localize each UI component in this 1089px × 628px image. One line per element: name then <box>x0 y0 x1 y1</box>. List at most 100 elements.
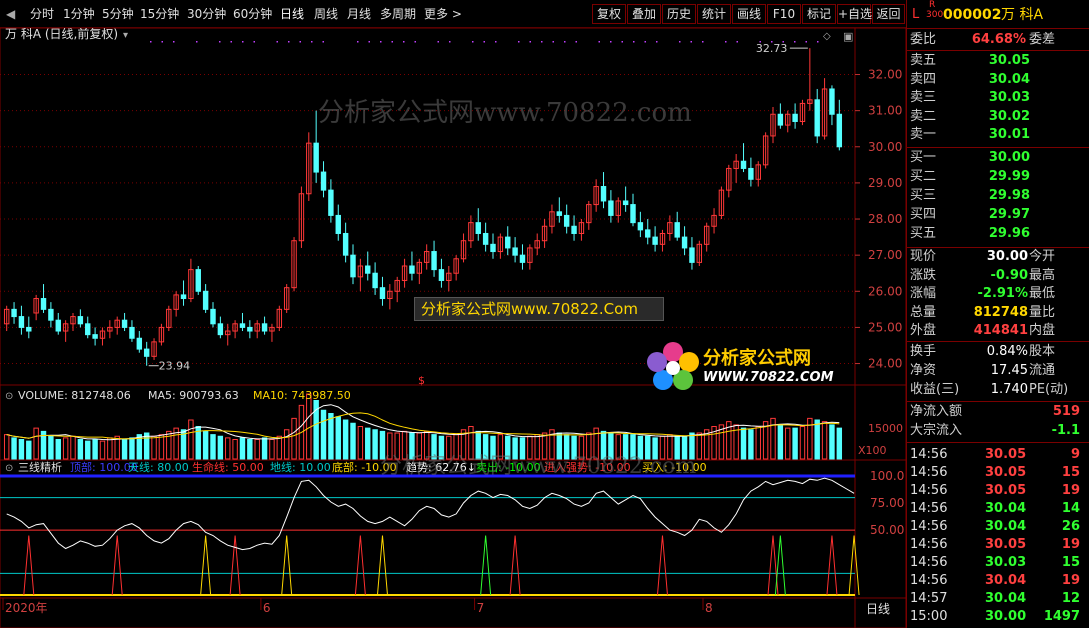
volume-bar <box>247 439 253 460</box>
candle-body <box>637 222 644 231</box>
candle-body <box>674 222 680 238</box>
stat-value: -0.90 <box>990 267 1028 283</box>
stat-value: 30.00 <box>986 249 1028 264</box>
candle-body <box>11 308 17 318</box>
watermark-text: 分析家公式网www.70822.com <box>318 98 692 128</box>
stat-right-label: 量比 <box>1029 304 1056 320</box>
tick-price: 30.04 <box>985 501 1027 516</box>
diamond-marker-icon: ◇ <box>823 31 831 42</box>
candle-body <box>202 290 209 310</box>
period-tab-weekly[interactable]: 周线 <box>314 6 338 22</box>
bid-level-row: 买四 29.97 <box>907 206 1089 224</box>
candle-body <box>210 308 216 325</box>
volume-bar <box>814 419 820 460</box>
volume-bar <box>202 430 209 460</box>
add-watchlist-button[interactable]: +自选 <box>837 4 872 24</box>
candle-body <box>571 225 577 234</box>
f10-button[interactable]: F10 <box>767 4 801 24</box>
volume-bar <box>792 427 798 460</box>
candle-body <box>77 316 84 325</box>
logo-title: 分析家公式网 <box>703 348 811 369</box>
collapse-arrow-icon[interactable]: ◀ <box>6 6 15 22</box>
period-tab-5min[interactable]: 5分钟 <box>102 6 134 22</box>
marker-dot <box>403 41 405 43</box>
volume-bar <box>210 434 216 460</box>
candle-body <box>836 113 843 148</box>
candle-body <box>92 334 98 339</box>
period-tab-1min[interactable]: 1分钟 <box>63 6 95 22</box>
indicator-tick-label: 75.00 <box>870 496 904 510</box>
candle-body <box>681 236 688 249</box>
ask-price: 30.04 <box>988 71 1030 87</box>
marker-dot <box>736 41 738 43</box>
price-tick-label: 30.00 <box>868 140 902 154</box>
marker-dot <box>483 41 485 43</box>
tick-price: 30.05 <box>985 465 1027 480</box>
bid-level-label: 买二 <box>910 169 937 184</box>
tick-volume: 15 <box>1061 465 1080 480</box>
index-badge-300: 300 <box>926 10 944 20</box>
marker-dot <box>805 41 807 43</box>
chart-menu-icon: ▣ <box>843 30 853 43</box>
period-tab-fenshi[interactable]: 分时 <box>30 6 54 22</box>
candle-body <box>195 269 201 292</box>
volume-bar <box>151 435 157 460</box>
candle-body <box>217 323 224 336</box>
tick-time: 14:56 <box>910 465 948 480</box>
marker-dot <box>598 41 600 43</box>
tick-row: 14:56 30.05 9 <box>907 446 1089 464</box>
volume-bar <box>291 417 297 460</box>
marker-dot <box>518 41 520 43</box>
marker-dot <box>644 41 646 43</box>
candle-body <box>563 214 570 227</box>
candle-body <box>519 254 526 263</box>
mark-button[interactable]: 标记 <box>802 4 836 24</box>
candle-body <box>431 251 437 271</box>
marker-dot <box>817 41 819 43</box>
money-flow-label: 净流入额 <box>910 404 963 419</box>
marker-dot <box>449 41 451 43</box>
period-tab-monthly[interactable]: 月线 <box>347 6 371 22</box>
bid-price: 29.98 <box>988 188 1030 203</box>
fundamental-label: 净资 <box>910 363 937 378</box>
indicator-tick-label: 50.00 <box>870 523 904 537</box>
marker-dot <box>437 41 439 43</box>
volume-bar <box>829 424 835 460</box>
candle-body <box>26 326 32 332</box>
volume-bar <box>11 437 17 460</box>
tick-volume: 26 <box>1061 519 1080 534</box>
candle-body <box>180 294 187 300</box>
fuquan-button[interactable]: 复权 <box>592 4 626 24</box>
period-tab-daily[interactable]: 日线 <box>280 6 304 22</box>
back-button[interactable]: 返回 <box>872 4 905 24</box>
statistics-button[interactable]: 统计 <box>697 4 731 24</box>
period-tab-60min[interactable]: 60分钟 <box>233 6 272 22</box>
period-tab-30min[interactable]: 30分钟 <box>187 6 226 22</box>
price-tick-label: 24.00 <box>868 357 902 371</box>
tick-price: 30.04 <box>985 591 1027 606</box>
tick-volume: 14 <box>1061 501 1080 516</box>
marker-dot <box>242 41 244 43</box>
volume-bar <box>3 434 10 460</box>
candle-body <box>85 323 91 336</box>
candle-body <box>608 200 614 216</box>
weibi-value: 64.68% <box>971 32 1026 47</box>
logo-url: WWW.70822.COM <box>703 370 834 385</box>
stat-right-label: 今开 <box>1029 249 1056 264</box>
tick-price: 30.05 <box>985 537 1027 552</box>
period-tab-multi[interactable]: 多周期 <box>380 6 416 22</box>
candle-body <box>482 232 489 245</box>
volume-bar <box>836 427 843 460</box>
history-button[interactable]: 历史 <box>662 4 696 24</box>
trend-line <box>6 477 855 551</box>
volume-menu-icon: ⊙ <box>5 391 13 402</box>
period-tab-more[interactable]: 更多 > <box>424 6 462 22</box>
period-tab-15min[interactable]: 15分钟 <box>140 6 179 22</box>
marker-dot <box>253 41 255 43</box>
draw-line-button[interactable]: 画线 <box>732 4 766 24</box>
overlay-button[interactable]: 叠加 <box>627 4 661 24</box>
marker-dot <box>219 41 221 43</box>
volume-bar <box>283 429 290 460</box>
marker-dot <box>529 41 531 43</box>
tick-row: 14:56 30.05 15 <box>907 464 1089 482</box>
